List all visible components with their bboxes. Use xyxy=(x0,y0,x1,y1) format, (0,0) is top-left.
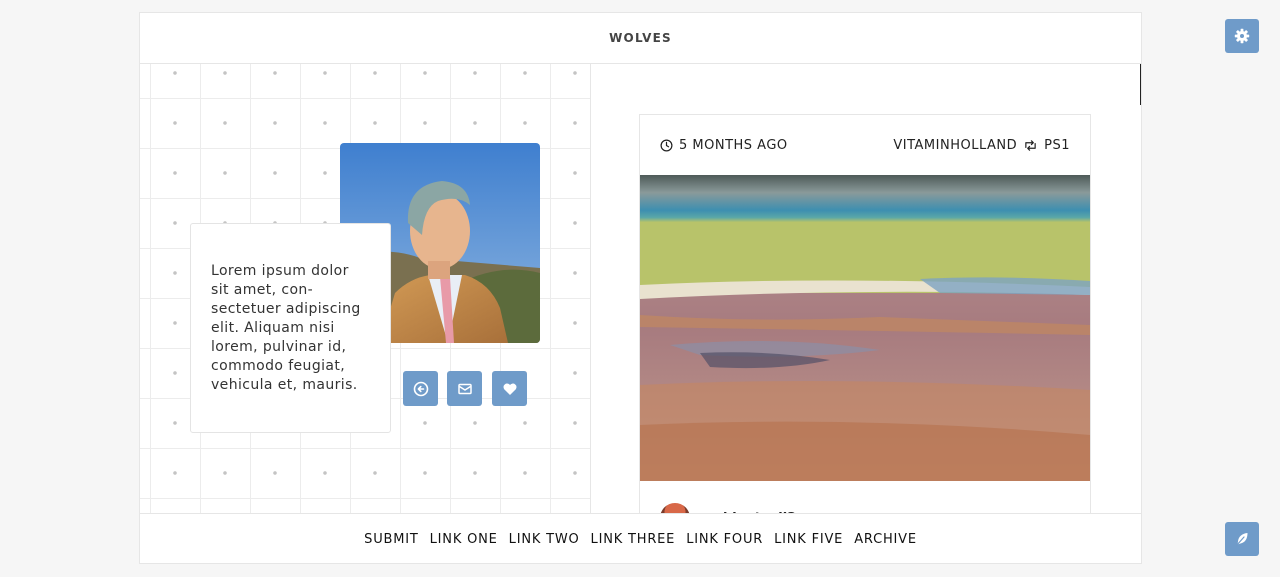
arrow-circle-left-icon xyxy=(413,381,428,396)
feather-icon xyxy=(1235,533,1248,547)
reblog-icon xyxy=(1025,139,1036,151)
author-avatar xyxy=(660,503,690,513)
post-card: 5 MONTHS AGO VITAMINHOLLAND PS1 xyxy=(639,114,1091,513)
nav-link-five[interactable]: LINK FIVE xyxy=(774,532,843,547)
customize-button[interactable] xyxy=(1225,19,1259,53)
gear-icon xyxy=(1234,28,1250,44)
posts-panel: 5 MONTHS AGO VITAMINHOLLAND PS1 xyxy=(591,64,1141,513)
post-time-label: 5 MONTHS AGO xyxy=(679,137,788,153)
envelope-icon xyxy=(457,383,472,394)
sidebar-panel: Lorem ipsum dolor sit amet, con- sectetu… xyxy=(140,64,591,513)
nav-link-archive[interactable]: ARCHIVE xyxy=(854,532,917,547)
text-cursor xyxy=(1140,64,1141,105)
post-meta: 5 MONTHS AGO VITAMINHOLLAND PS1 xyxy=(640,115,1090,175)
clock-icon xyxy=(660,139,673,151)
message-button[interactable] xyxy=(447,371,482,406)
back-button[interactable] xyxy=(403,371,438,406)
post-author[interactable]: residentevil2 xyxy=(640,481,1090,513)
nav-link-three[interactable]: LINK THREE xyxy=(591,532,676,547)
heart-icon xyxy=(503,383,516,395)
blog-header: WOLVES xyxy=(140,13,1141,64)
post-time[interactable]: 5 MONTHS AGO xyxy=(660,138,788,153)
source-link[interactable]: PS1 xyxy=(1044,138,1070,153)
post-photo xyxy=(640,175,1090,481)
blog-frame: WOLVES Lorem ipsum dolor sit amet, con- … xyxy=(139,12,1142,564)
nav-link-submit[interactable]: SUBMIT xyxy=(364,532,418,547)
nav-footer: SUBMIT LINK ONE LINK TWO LINK THREE LINK… xyxy=(140,513,1141,564)
reblogged-from-link[interactable]: VITAMINHOLLAND xyxy=(893,138,1017,153)
nav-link-two[interactable]: LINK TWO xyxy=(509,532,580,547)
new-post-button[interactable] xyxy=(1225,522,1259,556)
like-button[interactable] xyxy=(492,371,527,406)
post-reblog-info: VITAMINHOLLAND PS1 xyxy=(893,138,1070,153)
description-text: Lorem ipsum dolor sit amet, con- sectetu… xyxy=(211,263,361,393)
nav-link-four[interactable]: LINK FOUR xyxy=(686,532,763,547)
blog-title[interactable]: WOLVES xyxy=(609,31,672,45)
description-card: Lorem ipsum dolor sit amet, con- sectetu… xyxy=(190,223,391,433)
nav-link-one[interactable]: LINK ONE xyxy=(430,532,498,547)
